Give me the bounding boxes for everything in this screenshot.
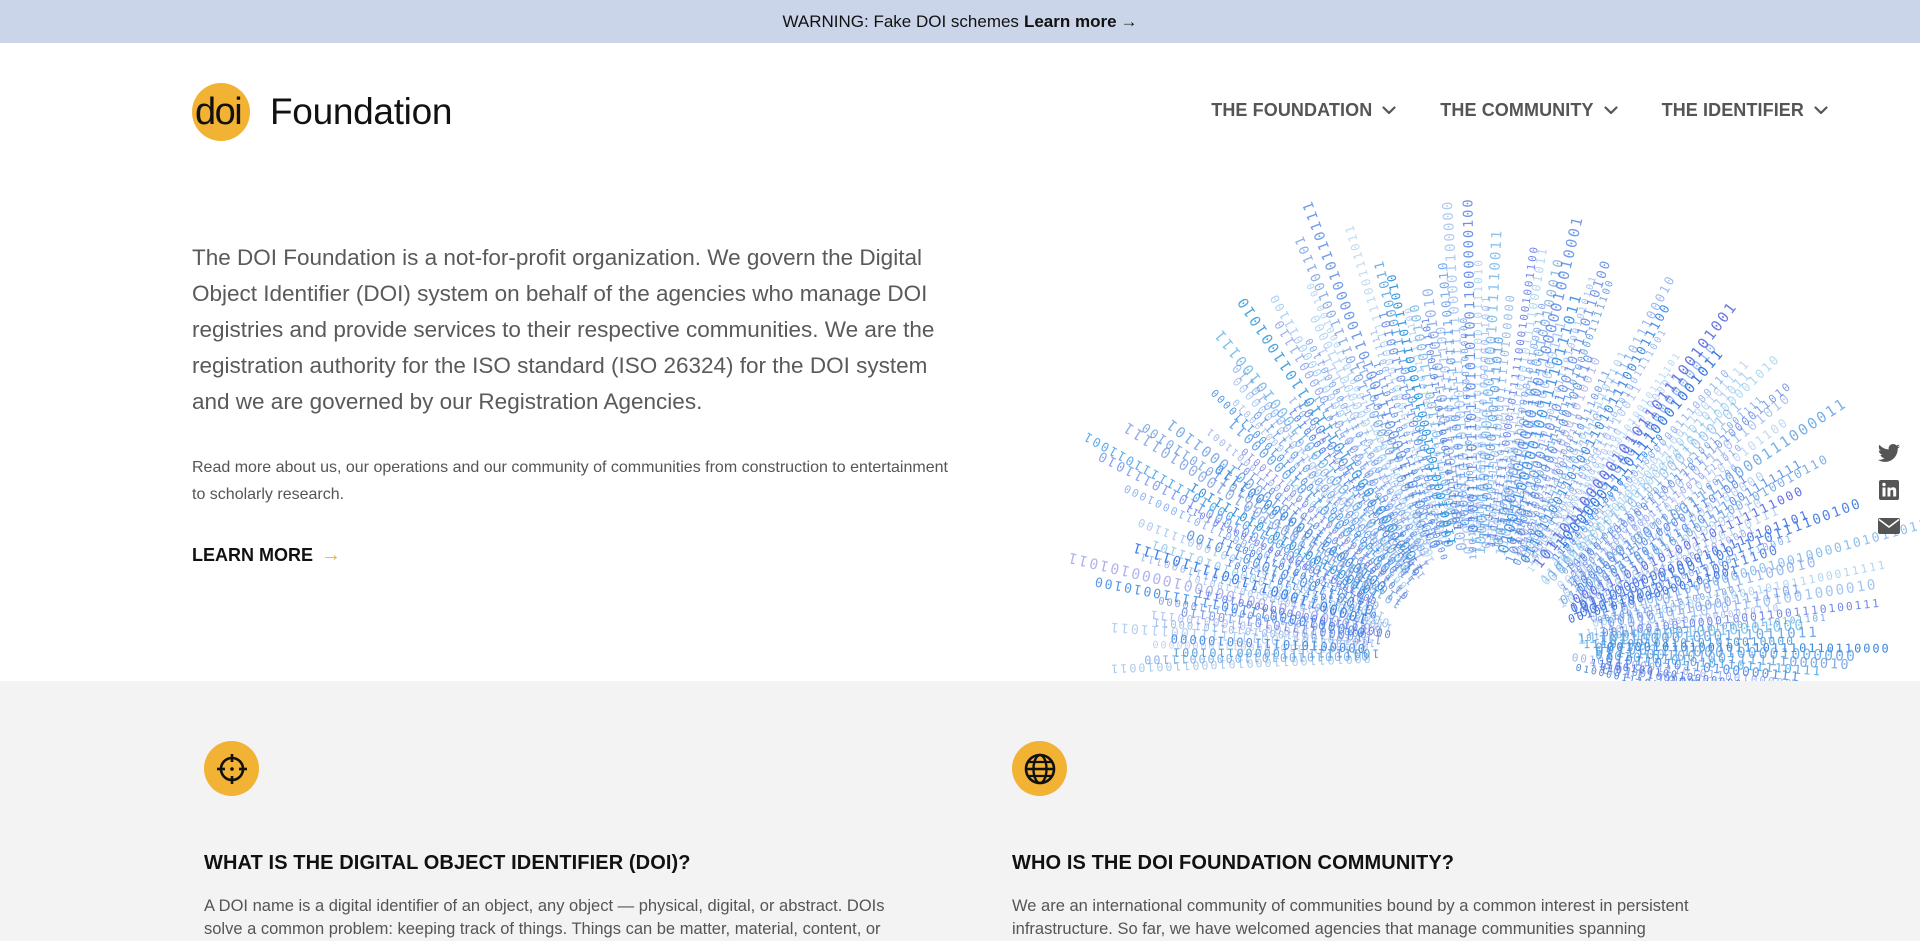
doi-info-text: A DOI name is a digital identifier of an… xyxy=(204,897,885,938)
warning-learn-more-link[interactable]: Learn more xyxy=(1024,12,1117,32)
community-info-title: WHO IS THE DOI FOUNDATION COMMUNITY? xyxy=(1012,852,1455,874)
site-logo[interactable]: doi Foundation xyxy=(192,83,452,141)
logo-name: Foundation xyxy=(270,91,453,132)
arrow-right-icon: → xyxy=(1120,11,1138,31)
community-info-card: WHO IS THE DOI FOUNDATION COMMUNITY? We … xyxy=(1012,741,1712,941)
email-icon[interactable] xyxy=(1877,515,1901,537)
nav-item-identifier[interactable]: THE IDENTIFIER xyxy=(1662,100,1828,121)
hero-section: The DOI Foundation is a not-for-profit o… xyxy=(192,240,957,567)
arrow-right-icon: → xyxy=(321,544,341,566)
nav-item-label: THE IDENTIFIER xyxy=(1661,100,1804,120)
learn-more-button[interactable]: LEARN MORE → xyxy=(192,544,341,567)
linkedin-icon[interactable] xyxy=(1877,479,1901,501)
info-section: WHAT IS THE DIGITAL OBJECT IDENTIFIER (D… xyxy=(0,681,1920,941)
learn-more-label: LEARN MORE xyxy=(192,545,313,565)
binary-burst-illustration: 00010110011000101000110010011 01000101001… xyxy=(960,150,1920,681)
chevron-down-icon xyxy=(1814,106,1828,115)
crosshair-icon-badge xyxy=(204,741,259,796)
nav-item-label: THE FOUNDATION xyxy=(1211,100,1373,120)
social-share-bar xyxy=(1877,443,1901,537)
community-info-text: We are an international community of com… xyxy=(1012,897,1689,938)
binary-burst-graphic: 0001011001100010100011001001101000101001… xyxy=(1065,197,1920,681)
chevron-down-icon xyxy=(1382,106,1396,115)
nav-item-label: THE COMMUNITY xyxy=(1440,100,1594,120)
hero-lead-text: The DOI Foundation is a not-for-profit o… xyxy=(192,245,935,414)
globe-icon-badge xyxy=(1012,741,1067,796)
nav-item-foundation[interactable]: THE FOUNDATION xyxy=(1211,100,1396,121)
nav-item-community[interactable]: THE COMMUNITY xyxy=(1440,100,1618,121)
crosshair-icon xyxy=(216,753,247,784)
doi-info-card: WHAT IS THE DIGITAL OBJECT IDENTIFIER (D… xyxy=(204,741,904,941)
hero-sub-text: Read more about us, our operations and o… xyxy=(192,459,948,503)
logo-mark: doi xyxy=(195,91,243,133)
main-nav: THE FOUNDATION THE COMMUNITY THE IDENTIF… xyxy=(1211,100,1828,121)
warning-banner: WARNING: Fake DOI schemes Learn more → xyxy=(0,0,1920,43)
doi-info-title: WHAT IS THE DIGITAL OBJECT IDENTIFIER (D… xyxy=(204,852,691,874)
logo-badge: doi xyxy=(192,83,250,141)
warning-text: WARNING: Fake DOI schemes xyxy=(782,11,1019,31)
globe-icon xyxy=(1024,753,1055,784)
twitter-icon[interactable] xyxy=(1877,443,1901,465)
chevron-down-icon xyxy=(1603,106,1618,115)
